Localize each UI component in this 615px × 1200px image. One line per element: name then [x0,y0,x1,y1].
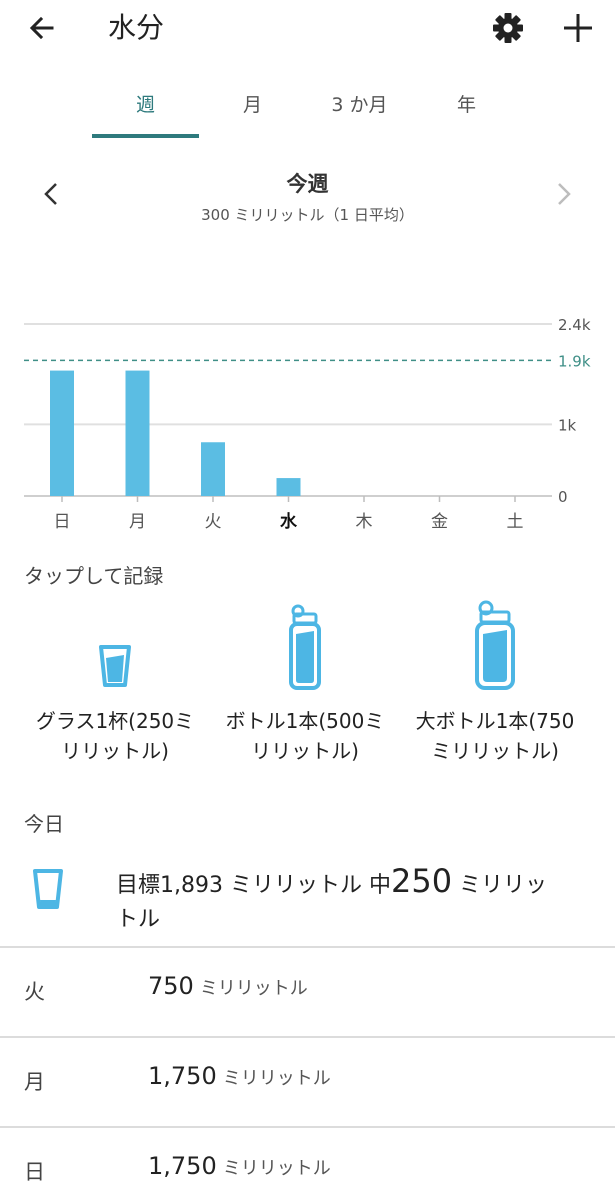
bottle-label-line2: リリットル) [251,739,359,763]
add-bottle-button[interactable]: ボトル1本(500ミ リリットル) [210,596,400,776]
bar-0 [50,370,74,496]
divider [0,946,615,948]
tab-indicator [92,134,199,138]
weekly-water-chart: 2.4k 1k 0 1.9k 日 月 火 水 木 金 土 [0,300,615,540]
y-tick-label: 2.4k [558,316,591,334]
arrow-left-icon [29,16,54,40]
quick-add-label: タップして記録 [24,564,164,588]
x-tick-label: 土 [507,512,524,532]
history-unit: ミリリットル [222,1158,331,1179]
add-button[interactable] [558,8,598,48]
plus-icon [564,14,592,42]
today-progress-text: 目標1,893 ミリリットル 中250 ミリリッ トル [116,864,596,937]
tab-week[interactable]: 週 [92,84,199,134]
today-goal-text: 目標1,893 ミリリットル 中 [116,873,391,898]
y-tick-label: 1k [558,416,577,434]
bar-1 [125,370,150,496]
history-day: 月 [24,1070,45,1094]
bar-3 [276,478,301,496]
today-unit-part1: ミリリッ [459,873,548,898]
tab-3-months[interactable]: 3 か月 [306,84,413,134]
history-value: 1,750 [148,1152,217,1180]
today-amount: 250 [390,862,453,900]
next-period-button[interactable] [545,174,585,214]
y-tick-label: 0 [558,488,568,506]
history-row-sun[interactable]: 日 1,750 ミリリットル [0,1130,615,1200]
glass-label-line1: グラス1杯(250ミ [35,709,195,733]
x-tick-label: 水 [280,511,298,532]
today-summary: 目標1,893 ミリリットル 中250 ミリリッ トル [0,858,615,946]
history-unit: ミリリットル [222,1068,331,1089]
period-average: 300 ミリリットル（1 日平均） [201,206,414,224]
today-unit-part2: トル [116,907,161,932]
bar-2 [201,442,225,496]
glass-label-line2: リリットル) [61,739,169,763]
divider [0,1036,615,1038]
x-tick-label: 月 [129,512,146,532]
glass-icon [33,869,63,909]
tab-year[interactable]: 年 [413,84,520,134]
x-tick-label: 金 [431,512,448,532]
bottle-label-line1: ボトル1本(500ミ [225,709,385,733]
x-tick-label: 木 [356,512,373,532]
settings-button[interactable] [488,8,528,48]
period-header: 今週 300 ミリリットル（1 日平均） [0,160,615,230]
chart-svg: 2.4k 1k 0 1.9k 日 月 火 水 木 金 土 [24,316,591,532]
divider [0,1126,615,1128]
x-tick-label: 火 [205,512,222,532]
large-bottle-label-line2: ミリリットル) [431,739,559,763]
goal-label: 1.9k [558,352,591,370]
today-label: 今日 [24,812,64,836]
page-title: 水分 [108,11,165,44]
history-day: 日 [24,1160,45,1184]
add-large-bottle-button[interactable]: 大ボトル1本(750 ミリリットル) [400,596,590,776]
gear-icon [493,13,523,43]
large-bottle-label-line1: 大ボトル1本(750 [415,709,575,733]
range-tabs: 週 月 3 か月 年 [92,84,520,140]
history-value: 750 [148,972,194,1000]
history-unit: ミリリットル [199,978,308,999]
back-button[interactable] [22,8,62,48]
x-tick-label: 日 [54,512,71,532]
history-row-tue[interactable]: 火 750 ミリリットル [0,950,615,1038]
history-row-mon[interactable]: 月 1,750 ミリリットル [0,1040,615,1128]
app-bar: 水分 [0,0,615,56]
history-value: 1,750 [148,1062,217,1090]
history-day: 火 [24,980,45,1004]
bottle-icon [289,604,321,690]
chevron-right-icon [558,183,571,205]
add-glass-button[interactable]: グラス1杯(250ミ リリットル) [20,596,210,776]
period-title: 今週 [286,172,329,196]
tab-month[interactable]: 月 [199,84,306,134]
glass-icon [99,645,131,687]
large-bottle-icon [475,600,515,690]
